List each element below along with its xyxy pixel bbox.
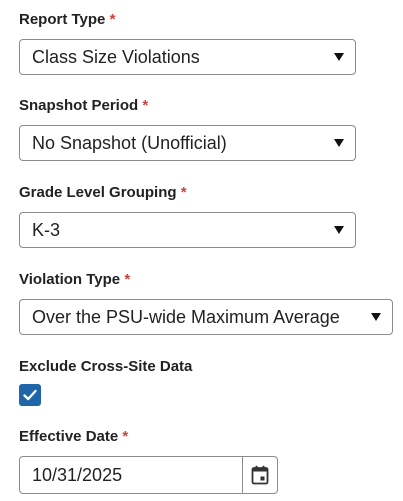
caret-down-icon [334, 139, 344, 147]
effective-date-label: Effective Date * [19, 428, 129, 445]
exclude-cross-site-checkbox[interactable] [19, 384, 41, 406]
grade-level-grouping-label: Grade Level Grouping * [19, 184, 187, 201]
calendar-icon [251, 465, 269, 485]
violation-type-label: Violation Type * [19, 271, 131, 288]
grade-level-grouping-field: Grade Level Grouping * K-3 [19, 184, 356, 248]
effective-date-field: Effective Date * 10/31/2025 [19, 428, 278, 494]
snapshot-period-field: Snapshot Period * No Snapshot (Unofficia… [19, 97, 356, 161]
effective-date-input[interactable]: 10/31/2025 [19, 456, 278, 494]
required-marker: * [109, 11, 116, 28]
violation-type-select[interactable]: Over the PSU-wide Maximum Average [19, 299, 393, 335]
required-marker: * [124, 271, 131, 288]
caret-down-icon [334, 53, 344, 61]
grade-level-grouping-value: K-3 [32, 219, 61, 240]
violation-type-field: Violation Type * Over the PSU-wide Maxim… [19, 271, 393, 335]
caret-down-icon [334, 226, 344, 234]
grade-level-grouping-select[interactable]: K-3 [19, 212, 356, 248]
required-marker: * [122, 428, 129, 445]
snapshot-period-select[interactable]: No Snapshot (Unofficial) [19, 125, 356, 161]
snapshot-period-label: Snapshot Period * [19, 97, 149, 114]
checkmark-icon [23, 389, 37, 401]
required-marker: * [142, 97, 149, 114]
report-type-label: Report Type * [19, 11, 116, 28]
exclude-cross-site-field: Exclude Cross-Site Data [19, 358, 193, 406]
snapshot-period-value: No Snapshot (Unofficial) [32, 132, 227, 153]
report-type-value: Class Size Violations [32, 46, 200, 67]
report-type-select[interactable]: Class Size Violations [19, 39, 356, 75]
caret-down-icon [371, 313, 381, 321]
exclude-cross-site-label: Exclude Cross-Site Data [19, 358, 193, 375]
effective-date-value: 10/31/2025 [32, 464, 123, 485]
report-form: Report Type * Class Size Violations Snap… [0, 0, 403, 501]
report-type-field: Report Type * Class Size Violations [19, 11, 356, 75]
violation-type-value: Over the PSU-wide Maximum Average [32, 306, 340, 327]
calendar-button[interactable] [242, 457, 277, 493]
required-marker: * [180, 184, 187, 201]
